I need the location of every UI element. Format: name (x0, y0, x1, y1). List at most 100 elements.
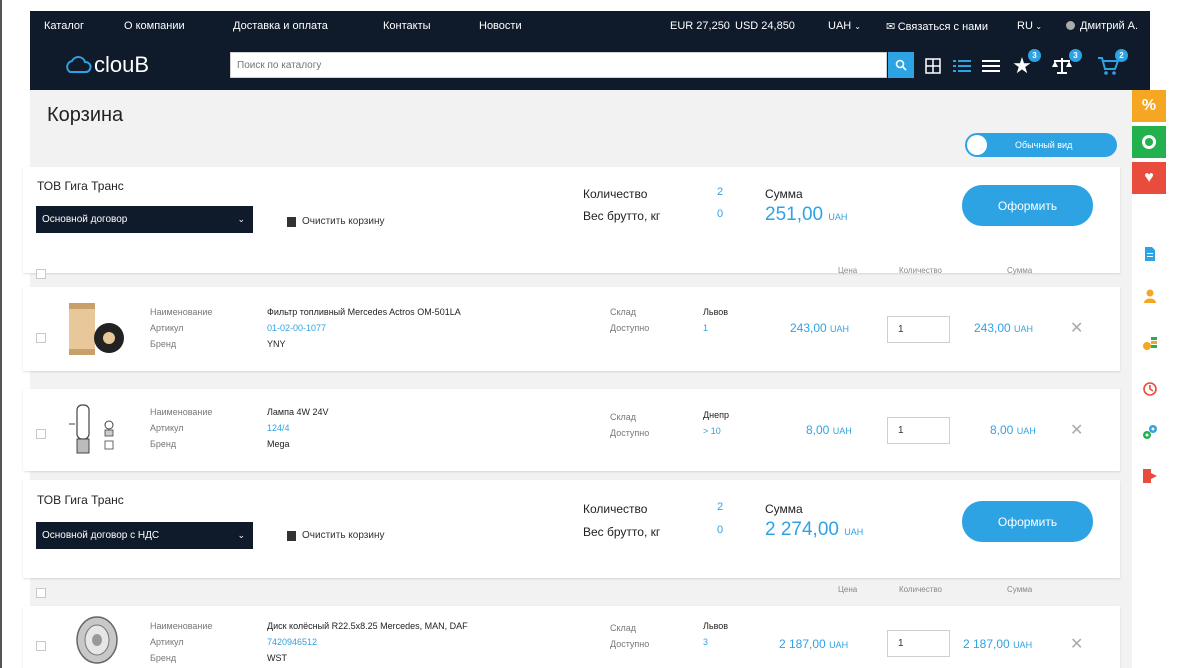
currency-label: UAH (830, 324, 850, 334)
stock-values: Днепр > 10 (703, 407, 729, 439)
contact-us-link[interactable]: ✉ Связаться с нами (886, 20, 988, 33)
remove-item-button[interactable]: ✕ (1070, 420, 1083, 440)
brand-label: Бренд (150, 339, 177, 349)
item-checkbox[interactable] (36, 641, 46, 651)
item-brand: YNY (267, 339, 286, 349)
remove-item-button[interactable]: ✕ (1070, 318, 1083, 338)
coins-icon[interactable] (1142, 335, 1158, 351)
item-name[interactable]: Лампа 4W 24V (267, 404, 329, 420)
cart-group-summary: ТОВ Гига Транс Основной договор ⌄ Очисти… (23, 167, 1120, 273)
user-name: Дмитрий А. (1080, 20, 1139, 32)
user-menu[interactable]: Дмитрий А. (1066, 20, 1138, 32)
item-name[interactable]: Фильтр топливный Mercedes Actros OM-501L… (267, 304, 461, 320)
nav-catalog[interactable]: Каталог (44, 20, 84, 32)
select-all-checkbox[interactable] (36, 269, 46, 279)
quantity-input[interactable]: 1 (887, 316, 950, 343)
quantity-input[interactable]: 1 (887, 417, 950, 444)
avatar (1066, 21, 1075, 30)
chevron-down-icon: ⌄ (1035, 22, 1043, 31)
cloud-icon (66, 56, 92, 73)
item-price: 8,00 UAH (806, 423, 852, 437)
item-sum-value: 8,00 (990, 423, 1014, 437)
fuel-filter-image[interactable] (61, 300, 129, 358)
stock-labels: Склад Доступно (610, 620, 649, 652)
compact-view-button[interactable] (982, 55, 1000, 77)
col-price: Цена (838, 585, 858, 594)
item-checkbox[interactable] (36, 429, 46, 439)
user-icon[interactable] (1142, 288, 1158, 304)
nav-news[interactable]: Новости (479, 20, 522, 32)
language-label: RU (1017, 20, 1033, 32)
cart-button[interactable]: 2 (1096, 49, 1128, 77)
search-input[interactable] (231, 53, 886, 77)
contract-select[interactable]: Основной договор ⌄ (36, 206, 253, 233)
item-article[interactable]: 01-02-00-1077 (267, 320, 461, 336)
warehouse-label: Склад (610, 623, 637, 633)
currency-label: UAH (832, 426, 852, 436)
currency-select[interactable]: UAH ⌄ (828, 20, 861, 32)
item-article[interactable]: 7420946512 (267, 634, 468, 650)
col-quantity: Количество (899, 266, 942, 275)
currency-label: UAH (828, 212, 848, 222)
available-value: > 10 (703, 426, 721, 436)
wishlist-tab[interactable]: ♥ (1132, 162, 1166, 194)
chevron-down-icon: ⌄ (237, 214, 245, 224)
logo[interactable]: clouB (64, 51, 149, 79)
search-button[interactable] (888, 52, 914, 78)
item-meta-labels: Наименование Артикул Бренд (150, 404, 212, 452)
discounts-tab[interactable]: % (1132, 90, 1166, 122)
company-name: ТОВ Гига Транс (37, 179, 124, 193)
view-toggle-label: Обычный вид (1015, 140, 1073, 150)
wheel-disk-image[interactable] (71, 614, 123, 666)
contact-us-label: Связаться с нами (897, 21, 989, 33)
search-box (230, 52, 887, 78)
sum-label: Сумма (765, 187, 803, 201)
history-icon[interactable] (1142, 381, 1158, 397)
language-select[interactable]: RU ⌄ (1017, 20, 1042, 32)
page-edge (0, 0, 2, 668)
checkout-button[interactable]: Оформить (962, 501, 1093, 542)
logo-text: clouB (94, 52, 150, 77)
view-toggle[interactable]: Обычный вид (965, 133, 1117, 157)
available-label: Доступно (610, 323, 650, 333)
lamp-image[interactable] (63, 399, 129, 461)
remove-item-button[interactable]: ✕ (1070, 634, 1083, 654)
usd-rate: USD 24,850 (735, 20, 795, 32)
top-nav: Каталог О компании Доставка и оплата Кон… (30, 11, 1150, 41)
stock-values: Львов 3 (703, 618, 728, 650)
search-icon (895, 59, 907, 71)
item-name[interactable]: Диск колёсный R22.5x8.25 Mercedes, MAN, … (267, 618, 468, 634)
document-icon[interactable] (1142, 246, 1158, 262)
nav-contacts[interactable]: Контакты (383, 20, 431, 32)
item-price-value: 2 187,00 (779, 637, 826, 651)
quantity-input[interactable]: 1 (887, 630, 950, 657)
cart-group-summary: ТОВ Гига Транс Основной договор с НДС ⌄ … (23, 480, 1120, 578)
quantity-value: 2 (717, 501, 724, 513)
list-view-button[interactable] (953, 55, 971, 77)
col-sum: Сумма (1007, 585, 1033, 594)
favorites-button[interactable]: ★ 3 (1011, 49, 1041, 77)
currency-label: UAH (1016, 426, 1036, 436)
grid-view-button[interactable] (924, 55, 942, 77)
item-checkbox[interactable] (36, 333, 46, 343)
settings-icon[interactable] (1142, 424, 1158, 440)
currency-label: UAH (829, 640, 849, 650)
new-products-tab[interactable] (1132, 126, 1166, 158)
clear-cart-button[interactable]: Очистить корзину (287, 216, 385, 227)
logout-icon[interactable] (1142, 468, 1158, 484)
clear-cart-button[interactable]: Очистить корзину (287, 530, 385, 541)
nav-delivery[interactable]: Доставка и оплата (233, 20, 328, 32)
warehouse-label: Склад (610, 412, 637, 422)
brand-label: Бренд (150, 439, 177, 449)
item-sum-value: 243,00 (974, 321, 1011, 335)
checkout-button[interactable]: Оформить (962, 185, 1093, 226)
select-all-checkbox[interactable] (36, 588, 46, 598)
compare-button[interactable]: 3 (1050, 49, 1082, 77)
contract-select[interactable]: Основной договор с НДС ⌄ (36, 522, 253, 549)
compare-badge: 3 (1069, 49, 1082, 62)
item-sum: 8,00 UAH (990, 423, 1036, 437)
available-label: Доступно (610, 428, 650, 438)
item-meta-values: Лампа 4W 24V 124/4 Mega (267, 404, 329, 452)
nav-about[interactable]: О компании (124, 20, 185, 32)
item-article[interactable]: 124/4 (267, 420, 329, 436)
